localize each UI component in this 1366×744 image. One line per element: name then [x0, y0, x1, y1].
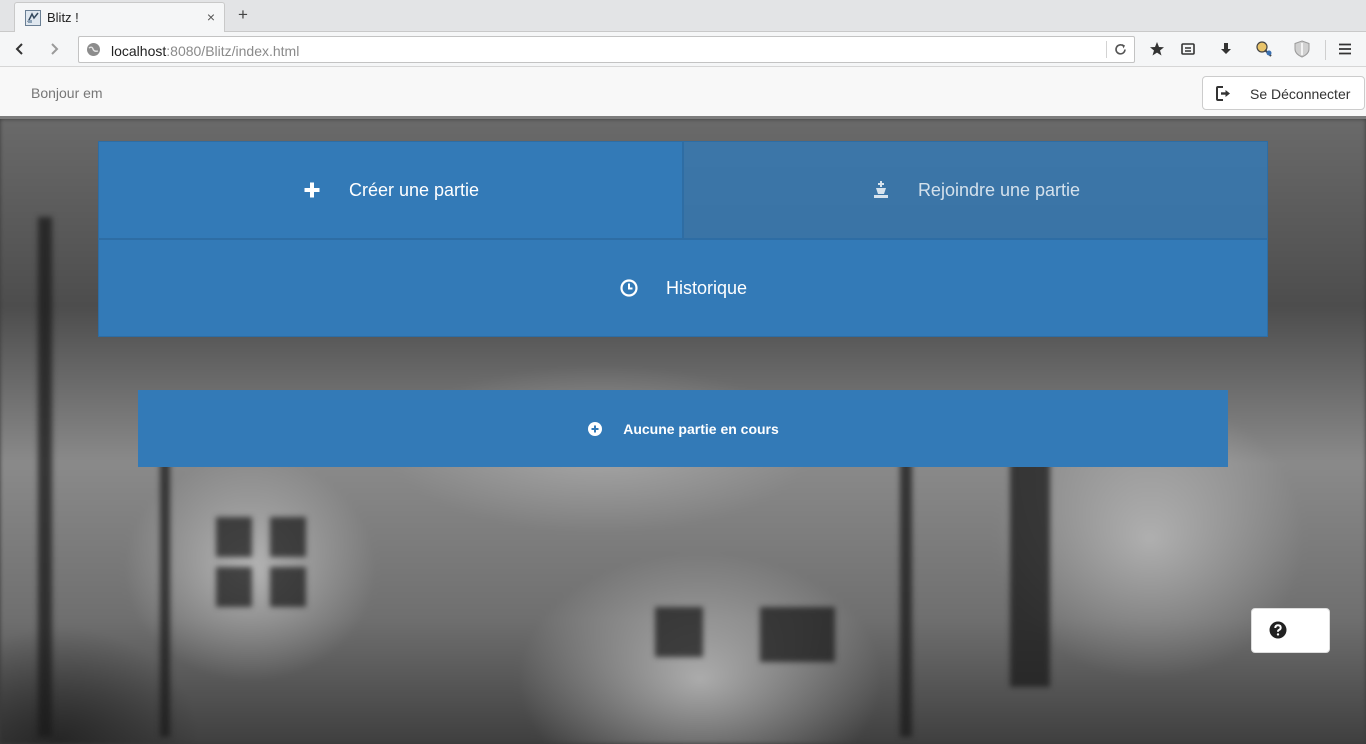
- create-game-label: Créer une partie: [348, 179, 480, 200]
- address-bar[interactable]: localhost:8080/Blitz/index.html: [78, 36, 1135, 63]
- browser-tab-bar: Blitz ! × +: [0, 0, 1366, 32]
- background-shape: [216, 567, 252, 607]
- background-shape: [38, 217, 52, 737]
- extension-icon[interactable]: [1255, 40, 1273, 58]
- history-button[interactable]: Historique: [98, 239, 1268, 337]
- history-label: Historique: [665, 277, 748, 298]
- tab-close-icon[interactable]: ×: [207, 9, 215, 25]
- browser-nav-bar: localhost:8080/Blitz/index.html: [0, 32, 1366, 67]
- clock-icon: [619, 278, 639, 298]
- tab-title: Blitz !: [47, 10, 79, 25]
- chess-king-icon: [871, 180, 891, 200]
- background-shape: [216, 517, 252, 557]
- forward-arrow-icon[interactable]: [44, 39, 64, 59]
- create-game-button[interactable]: Créer une partie: [98, 141, 683, 239]
- globe-icon: [86, 42, 101, 57]
- page-body: Bonjour em Se Déconnecter Créer une part…: [0, 67, 1366, 744]
- join-game-label: Rejoindre une partie: [917, 179, 1081, 200]
- no-game-label: Aucune partie en cours: [623, 420, 779, 437]
- background-shape: [760, 607, 835, 662]
- toolbar-divider: [1325, 40, 1326, 60]
- download-icon[interactable]: [1217, 40, 1235, 58]
- bookmark-star-icon[interactable]: [1148, 40, 1166, 58]
- background-shape: [270, 567, 306, 607]
- logout-label: Se Déconnecter: [1250, 86, 1351, 102]
- plus-icon: [302, 180, 322, 200]
- logout-icon: [1215, 85, 1232, 102]
- no-game-panel[interactable]: Aucune partie en cours: [138, 390, 1228, 467]
- url-text: localhost:8080/Blitz/index.html: [111, 43, 299, 59]
- browser-tab[interactable]: Blitz ! ×: [14, 2, 225, 32]
- logout-button[interactable]: Se Déconnecter: [1202, 76, 1365, 110]
- hamburger-menu-icon[interactable]: [1336, 40, 1354, 58]
- greeting-text: Bonjour em: [31, 85, 103, 101]
- background-shape: [160, 427, 170, 737]
- back-arrow-icon[interactable]: [10, 39, 30, 59]
- shield-icon[interactable]: [1293, 40, 1311, 58]
- join-game-button[interactable]: Rejoindre une partie: [683, 141, 1268, 239]
- question-circle-icon: [1269, 621, 1287, 639]
- help-button[interactable]: [1251, 608, 1330, 653]
- app-header: Bonjour em Se Déconnecter: [0, 67, 1366, 119]
- background-shape: [270, 517, 306, 557]
- plus-circle-icon: [587, 421, 603, 437]
- url-host: localhost: [111, 43, 167, 59]
- new-tab-button[interactable]: +: [236, 5, 250, 25]
- url-divider: [1106, 41, 1107, 58]
- url-path: :8080/Blitz/index.html: [166, 43, 300, 59]
- favicon-icon: [25, 10, 41, 26]
- reading-list-icon[interactable]: [1179, 40, 1197, 58]
- reload-icon[interactable]: [1113, 42, 1128, 57]
- background-shape: [655, 607, 703, 657]
